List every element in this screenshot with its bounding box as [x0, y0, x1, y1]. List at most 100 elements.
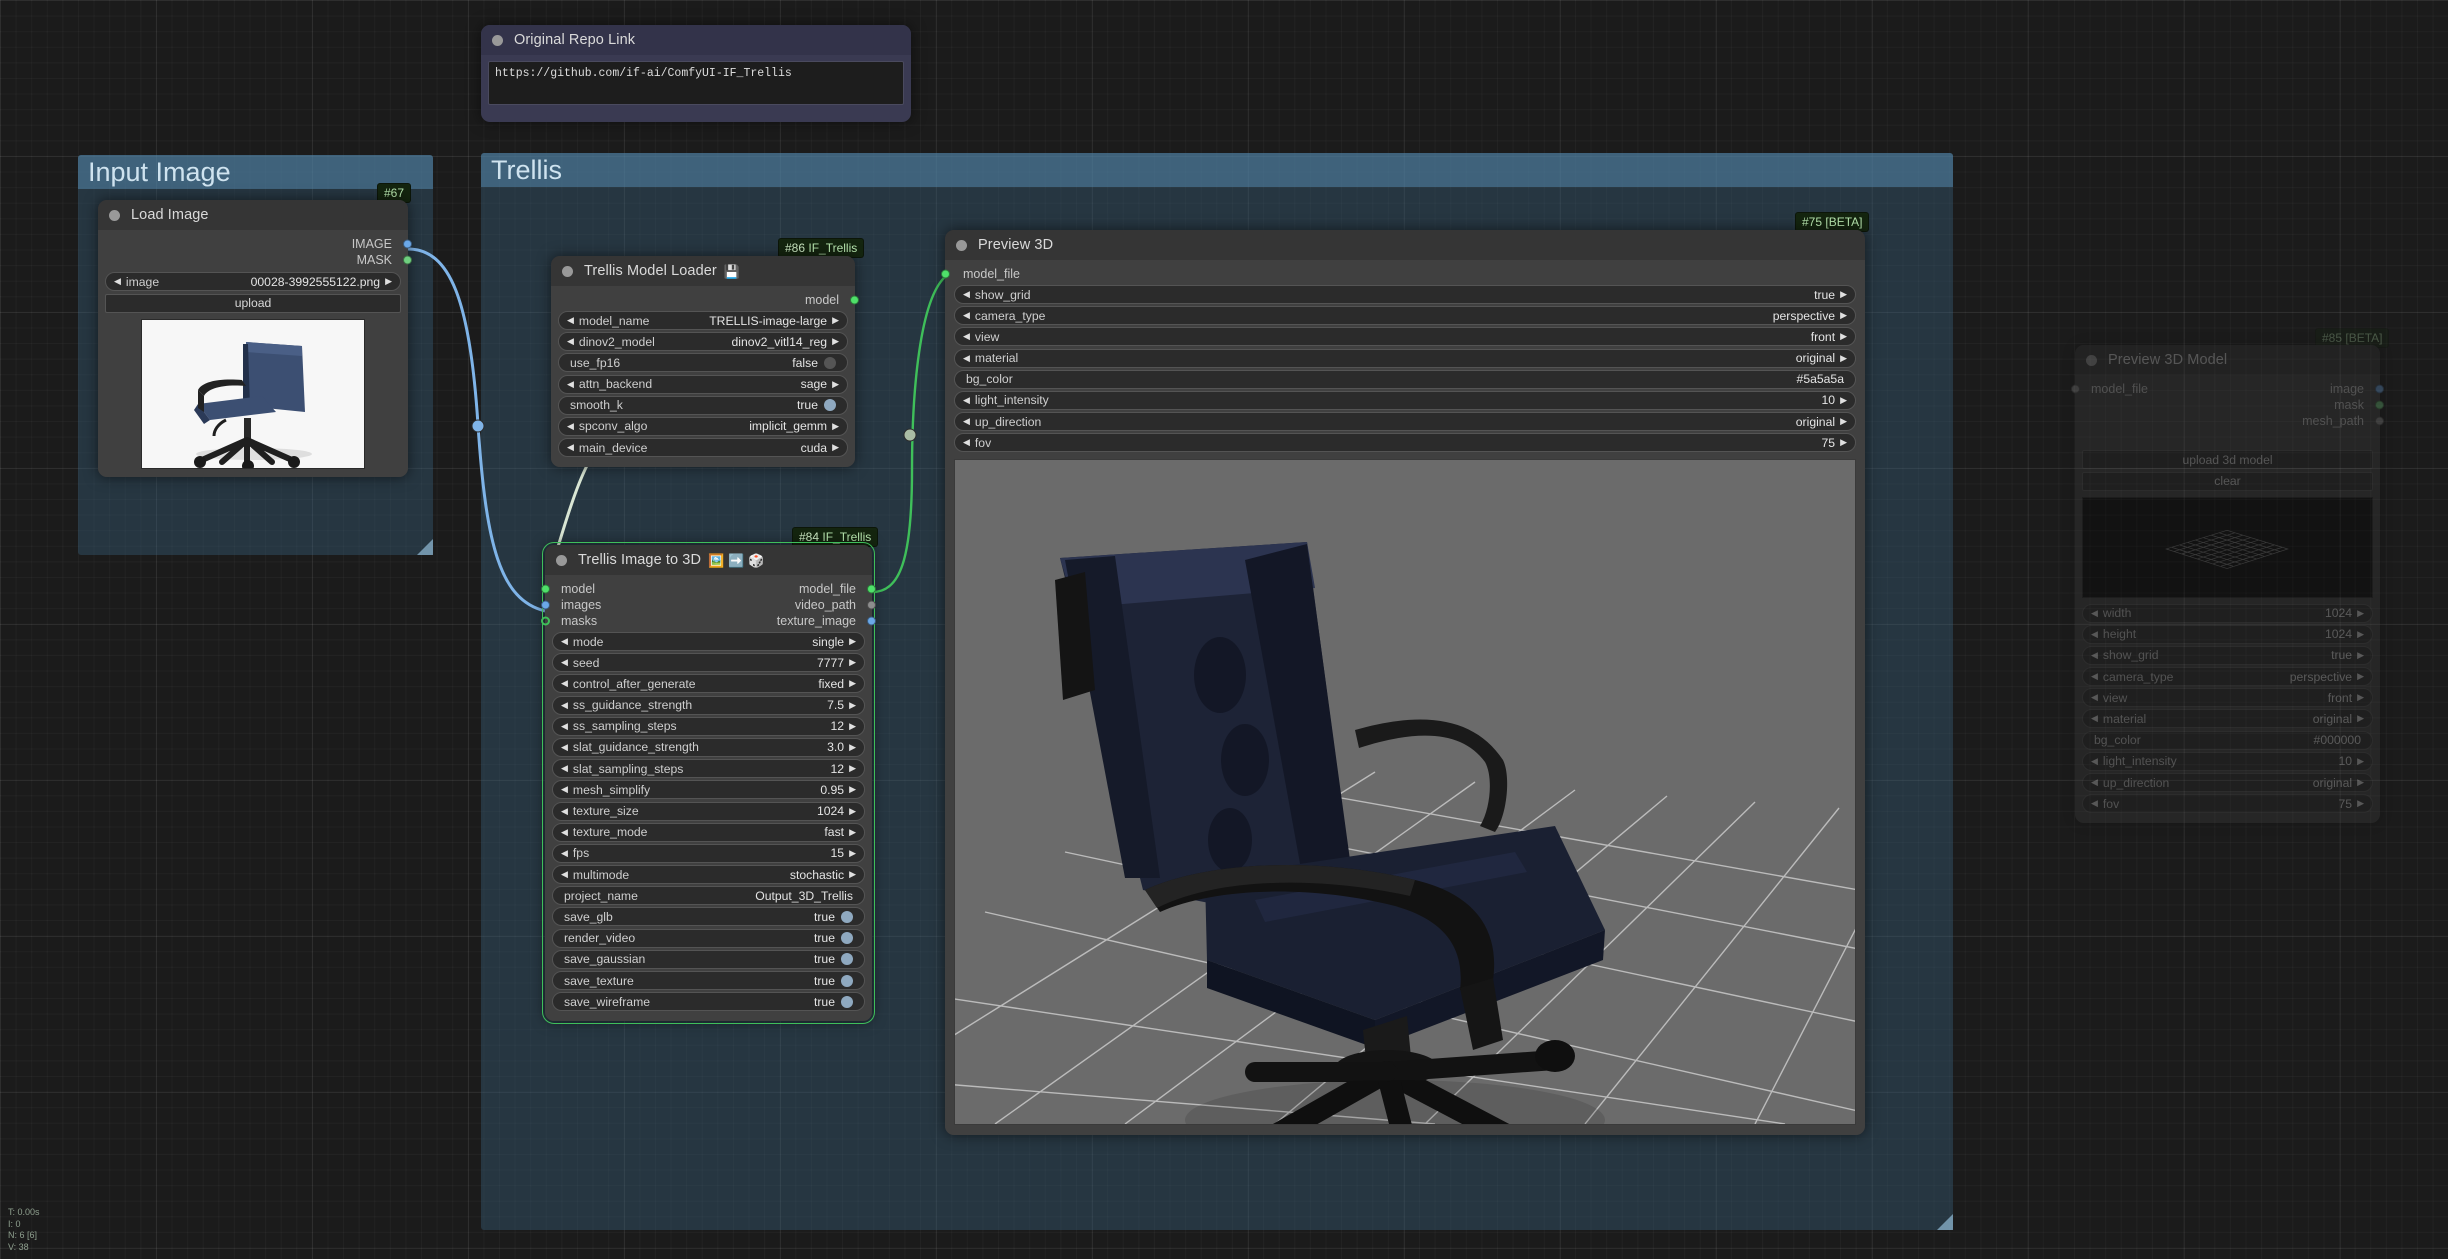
- chevron-left-icon[interactable]: ◀: [561, 827, 568, 837]
- widget-show-grid[interactable]: ◀ show_grid true ▶: [954, 285, 1856, 304]
- note-text-area[interactable]: https://github.com/if-ai/ComfyUI-IF_Trel…: [488, 61, 904, 105]
- chevron-left-icon[interactable]: ◀: [561, 721, 568, 731]
- node-preview-3d[interactable]: Preview 3D model_file ◀ show_grid true ▶…: [941, 230, 1865, 1136]
- chevron-left-icon[interactable]: ◀: [963, 290, 970, 299]
- slot-row-model[interactable]: model model_file: [541, 581, 876, 596]
- chevron-right-icon[interactable]: ▶: [849, 637, 856, 646]
- image-icon[interactable]: 🖼️: [708, 554, 724, 567]
- widget-main-device[interactable]: ◀ main_device cuda ▶: [558, 438, 848, 458]
- input-port-model-file[interactable]: [941, 269, 950, 278]
- slot-row-model-file-image[interactable]: model_file image: [2071, 381, 2384, 396]
- node-preview-3d-model[interactable]: Preview 3D Model model_file image mask m…: [2071, 345, 2384, 824]
- widget-model-name[interactable]: ◀ model_name TRELLIS-image-large ▶: [558, 311, 848, 330]
- group-resize-handle[interactable]: [1937, 1214, 1953, 1230]
- chevron-right-icon[interactable]: ▶: [832, 443, 839, 452]
- chevron-left-icon[interactable]: ◀: [561, 679, 568, 688]
- chevron-left-icon[interactable]: ◀: [2091, 650, 2098, 660]
- toggle-indicator[interactable]: [841, 974, 853, 987]
- dice-icon[interactable]: 🎲: [748, 554, 764, 567]
- widget-material[interactable]: ◀ material original ▶: [954, 348, 1856, 368]
- chevron-right-icon[interactable]: ▶: [832, 316, 839, 325]
- widget-render-video[interactable]: render_video true: [552, 928, 865, 948]
- group-resize-handle[interactable]: [417, 539, 433, 555]
- chevron-left-icon[interactable]: ◀: [561, 637, 568, 646]
- chevron-left-icon[interactable]: ◀: [567, 316, 574, 325]
- blue-arrow-icon[interactable]: ➡️: [728, 554, 744, 567]
- widget-material[interactable]: ◀ material original ▶: [2082, 709, 2373, 729]
- widget-texture-size[interactable]: ◀ texture_size 1024 ▶: [552, 801, 865, 821]
- toggle-indicator[interactable]: [841, 953, 853, 966]
- node-trellis-image-to-3d[interactable]: Trellis Image to 3D 🖼️ ➡️ 🎲 model model_…: [541, 541, 876, 1025]
- comfyui-graph-canvas[interactable]: Input Image Trellis Original Repo Link h…: [0, 0, 2448, 1259]
- chevron-left-icon[interactable]: ◀: [561, 658, 568, 667]
- toggle-indicator[interactable]: [841, 995, 853, 1008]
- slot-row-masks[interactable]: masks texture_image: [541, 613, 876, 628]
- chevron-right-icon[interactable]: ▶: [1840, 332, 1847, 341]
- chevron-left-icon[interactable]: ◀: [561, 764, 568, 773]
- chevron-left-icon[interactable]: ◀: [561, 742, 568, 752]
- widget-attn-backend[interactable]: ◀ attn_backend sage ▶: [558, 374, 848, 394]
- output-port-image[interactable]: [2375, 384, 2384, 393]
- chevron-left-icon[interactable]: ◀: [2091, 693, 2098, 702]
- chevron-left-icon[interactable]: ◀: [963, 438, 970, 447]
- chevron-right-icon[interactable]: ▶: [1840, 438, 1847, 447]
- widget-up-direction[interactable]: ◀ up_direction original ▶: [954, 412, 1856, 432]
- chevron-left-icon[interactable]: ◀: [963, 332, 970, 341]
- chevron-right-icon[interactable]: ▶: [849, 721, 856, 731]
- chevron-left-icon[interactable]: ◀: [963, 395, 970, 405]
- chevron-right-icon[interactable]: ▶: [2357, 629, 2364, 639]
- chevron-left-icon[interactable]: ◀: [567, 421, 574, 431]
- chevron-left-icon[interactable]: ◀: [2091, 778, 2098, 787]
- chevron-right-icon[interactable]: ▶: [849, 870, 856, 879]
- node-header-image-to-3d[interactable]: Trellis Image to 3D 🖼️ ➡️ 🎲: [545, 545, 872, 575]
- widget-smooth-k[interactable]: smooth_k true: [558, 395, 848, 415]
- chevron-right-icon[interactable]: ▶: [2357, 672, 2364, 681]
- widget-show-grid[interactable]: ◀ show_grid true ▶: [2082, 645, 2373, 665]
- widget-fov[interactable]: ◀ fov 75 ▶: [2082, 794, 2373, 814]
- chevron-right-icon[interactable]: ▶: [2357, 714, 2364, 723]
- note-node-original-repo-link[interactable]: Original Repo Link https://github.com/if…: [481, 25, 911, 122]
- widget-project-name[interactable]: project_name Output_3D_Trellis: [552, 886, 865, 906]
- widget-seed[interactable]: ◀ seed 7777 ▶: [552, 653, 865, 673]
- chevron-right-icon[interactable]: ▶: [849, 848, 856, 858]
- chevron-right-icon[interactable]: ▶: [1840, 290, 1847, 299]
- upload-3d-model-button[interactable]: upload 3d model: [2082, 450, 2373, 469]
- widget-slat-guidance-strength[interactable]: ◀ slat_guidance_strength 3.0 ▶: [552, 737, 865, 757]
- chevron-left-icon[interactable]: ◀: [2091, 756, 2098, 766]
- widget-mesh-simplify[interactable]: ◀ mesh_simplify 0.95 ▶: [552, 780, 865, 800]
- chevron-right-icon[interactable]: ▶: [2357, 756, 2364, 766]
- widget-spconv-algo[interactable]: ◀ spconv_algo implicit_gemm ▶: [558, 416, 848, 436]
- collapse-dot-icon[interactable]: [556, 554, 567, 566]
- widget-image[interactable]: ◀ image 00028-3992555122.png ▶: [105, 272, 401, 291]
- chevron-right-icon[interactable]: ▶: [832, 379, 839, 389]
- node-trellis-model-loader[interactable]: Trellis Model Loader 💾 model ◀ model_nam…: [551, 256, 859, 468]
- collapse-dot-icon[interactable]: [109, 209, 120, 221]
- chevron-right-icon[interactable]: ▶: [2357, 778, 2364, 787]
- chevron-left-icon[interactable]: ◀: [567, 379, 574, 389]
- chevron-left-icon[interactable]: ◀: [2091, 629, 2098, 639]
- chevron-right-icon[interactable]: ▶: [849, 679, 856, 688]
- chevron-left-icon[interactable]: ◀: [561, 870, 568, 879]
- slot-row-images[interactable]: images video_path: [541, 597, 876, 612]
- node-header-model-loader[interactable]: Trellis Model Loader 💾: [551, 256, 855, 286]
- floppy-disk-icon[interactable]: 💾: [724, 265, 740, 278]
- widget-view[interactable]: ◀ view front ▶: [954, 327, 1856, 347]
- chevron-right-icon[interactable]: ▶: [849, 658, 856, 667]
- chevron-right-icon[interactable]: ▶: [385, 277, 392, 286]
- node-header-preview-3d[interactable]: Preview 3D: [945, 230, 1865, 260]
- chevron-right-icon[interactable]: ▶: [2357, 650, 2364, 660]
- chevron-right-icon[interactable]: ▶: [849, 742, 856, 752]
- collapse-dot-icon[interactable]: [956, 239, 967, 251]
- chevron-left-icon[interactable]: ◀: [567, 443, 574, 452]
- chevron-left-icon[interactable]: ◀: [963, 311, 970, 320]
- output-port-model[interactable]: [850, 295, 859, 304]
- widget-camera-type[interactable]: ◀ camera_type perspective ▶: [954, 306, 1856, 326]
- widget-dinov2-model[interactable]: ◀ dinov2_model dinov2_vitl14_reg ▶: [558, 332, 848, 352]
- widget-save-texture[interactable]: save_texture true: [552, 971, 865, 990]
- widget-camera-type[interactable]: ◀ camera_type perspective ▶: [2082, 667, 2373, 687]
- toggle-indicator[interactable]: [841, 910, 853, 923]
- input-port-images[interactable]: [541, 600, 550, 609]
- chevron-right-icon[interactable]: ▶: [849, 785, 856, 794]
- toggle-indicator[interactable]: [824, 356, 836, 369]
- upload-button[interactable]: upload: [105, 293, 401, 313]
